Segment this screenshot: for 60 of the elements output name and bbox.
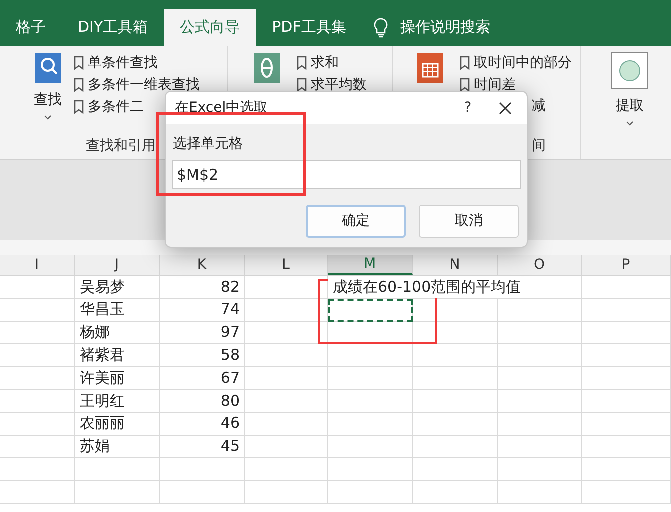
lookup-button[interactable]: 查找 <box>30 52 66 136</box>
field-label: 选择单元格 <box>172 135 244 154</box>
bookmark-icon <box>74 78 84 92</box>
score-cell-text: 46 <box>220 413 241 434</box>
help-button[interactable]: ? <box>453 98 483 118</box>
ok-button[interactable]: 确定 <box>306 205 406 238</box>
group-label: 间 <box>532 137 546 156</box>
close-icon <box>498 102 512 114</box>
score-cell-text: 45 <box>220 436 241 458</box>
ribbon-item[interactable]: 求平均数 <box>297 74 367 96</box>
bookmark-icon <box>297 56 307 70</box>
name-cell-text: 王明红 <box>79 390 125 412</box>
score-cell-text: 67 <box>220 368 241 389</box>
column-header[interactable]: P <box>582 255 671 275</box>
extract-button[interactable]: 提取 <box>581 46 649 136</box>
group-label: 查找和引用 <box>86 137 156 156</box>
lightbulb-icon <box>374 18 388 38</box>
column-header[interactable]: I <box>0 255 75 275</box>
ribbon-tab[interactable]: 格子 <box>0 9 62 46</box>
column-header[interactable]: O <box>498 255 582 275</box>
name-cell-text: 苏娟 <box>79 436 110 458</box>
ribbon-item[interactable]: 单条件查找 <box>74 52 200 74</box>
score-cell-text: 97 <box>220 322 241 344</box>
column-header[interactable]: M <box>328 255 413 275</box>
bookmark-icon <box>460 56 470 70</box>
chevron-down-icon <box>44 115 52 121</box>
ribbon-item[interactable]: 时间差 <box>460 74 572 96</box>
column-header[interactable]: N <box>413 255 498 275</box>
calendar-book-icon <box>416 52 444 84</box>
bookmark-icon <box>74 100 84 114</box>
name-cell-text: 华昌玉 <box>79 299 125 320</box>
cancel-button[interactable]: 取消 <box>419 205 519 238</box>
score-cell-text: 80 <box>220 390 241 412</box>
magnifier-book-icon <box>34 52 62 84</box>
ribbon-tab[interactable]: PDF工具集 <box>256 9 362 46</box>
theta-book-icon <box>253 52 281 84</box>
bookmark-icon <box>74 56 84 70</box>
score-cell-text: 82 <box>220 276 241 298</box>
cell-reference-field[interactable]: $M$2 <box>172 160 521 189</box>
ribbon-tab[interactable]: 公式向导 <box>164 9 256 46</box>
bookmark-icon <box>460 78 470 92</box>
name-cell-text: 农丽丽 <box>79 413 125 434</box>
ribbon-tab[interactable]: DIY工具箱 <box>62 9 164 46</box>
name-cell-text: 许美丽 <box>79 368 125 389</box>
search-label[interactable]: 操作说明搜索 <box>400 16 490 39</box>
circle-button-icon <box>611 52 649 90</box>
column-header[interactable]: J <box>75 255 160 275</box>
ribbon-item-text[interactable]: 减 <box>532 96 546 118</box>
note-cell: 成绩在60-100范围的平均值 <box>328 276 522 298</box>
ribbon-item[interactable]: 取时间中的部分 <box>460 52 572 74</box>
score-cell-text: 74 <box>220 299 241 320</box>
ribbon-item[interactable]: 多条件一维表查找 <box>74 74 200 96</box>
chevron-down-icon <box>626 121 634 127</box>
name-cell-text: 褚紫君 <box>79 345 125 366</box>
ribbon-item[interactable]: 求和 <box>297 52 367 74</box>
name-cell-text: 吴易梦 <box>79 276 125 298</box>
bookmark-icon <box>297 78 307 92</box>
name-cell-text: 杨娜 <box>79 322 110 344</box>
column-header[interactable]: K <box>160 255 245 275</box>
score-cell-text: 58 <box>220 345 241 366</box>
